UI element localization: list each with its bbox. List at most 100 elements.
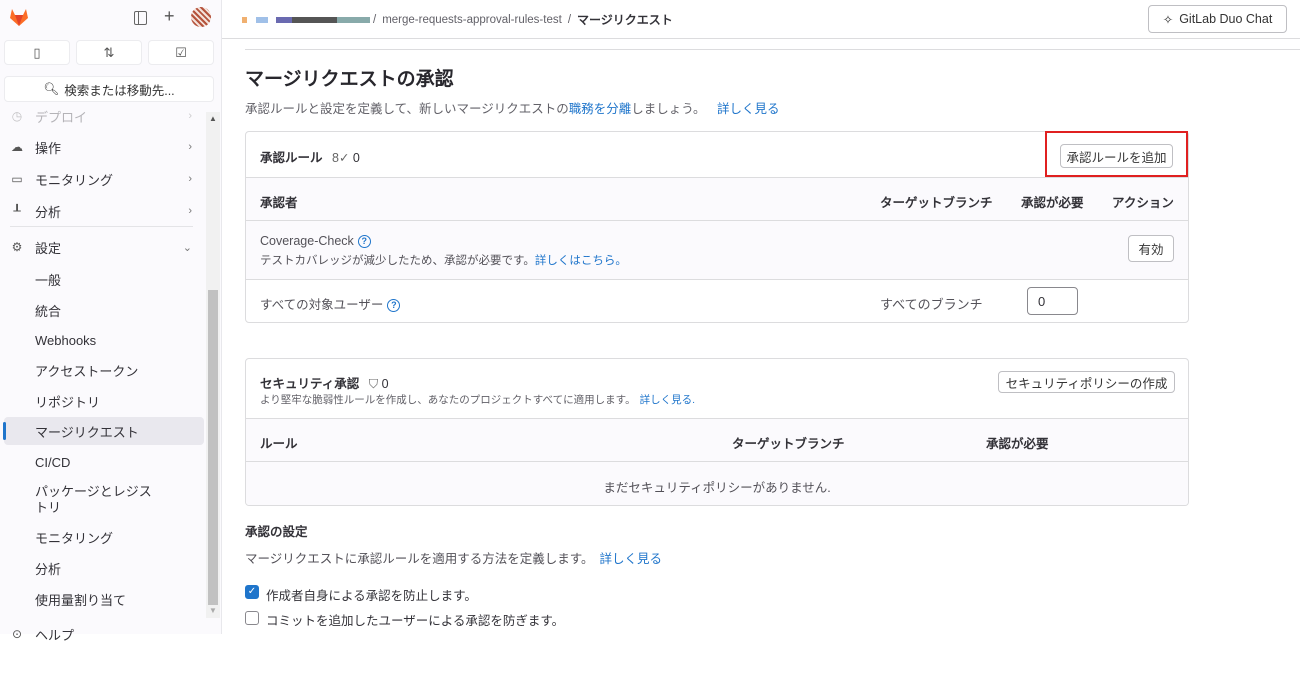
- todos-button[interactable]: ☑: [148, 40, 214, 65]
- column-header-approvals-required: 承認が必要: [1021, 196, 1084, 210]
- avatar[interactable]: [191, 7, 211, 27]
- nav-label: 使用量割り当て: [35, 592, 127, 608]
- search-icon: 🔍︎: [43, 81, 60, 96]
- desc-text: テストカバレッジが減少したため、承認が必要です。: [260, 255, 535, 267]
- scrollbar-thumb[interactable]: [208, 290, 218, 605]
- help-icon[interactable]: ?: [357, 235, 371, 249]
- learn-more-link[interactable]: 詳しくはこちら。: [535, 255, 627, 267]
- help-icon[interactable]: ?: [387, 299, 401, 313]
- sidebar-subitem-access-tokens[interactable]: アクセストークン: [0, 356, 204, 384]
- button-label: セキュリティポリシーの作成: [1005, 376, 1168, 391]
- issues-button[interactable]: ▯: [4, 40, 70, 65]
- desc-text: しましょう。: [631, 102, 706, 116]
- sidebar-item-settings[interactable]: ⚙ 設定 ⌄: [0, 233, 204, 261]
- chevron-down-icon: ⌄: [182, 241, 192, 254]
- sidebar-subitem-cicd[interactable]: CI/CD: [0, 448, 204, 476]
- duo-chat-label: GitLab Duo Chat: [1179, 12, 1273, 26]
- todo-icon: ☑: [175, 44, 187, 60]
- nav-label: マージリクエスト: [35, 424, 139, 440]
- column-header-rule: ルール: [260, 437, 298, 451]
- nav-label: 分析: [35, 204, 62, 220]
- nav-label: CI/CD: [35, 454, 71, 470]
- duo-icon: ✧: [1162, 12, 1174, 27]
- button-label: 有効: [1138, 243, 1164, 257]
- content-divider: [245, 49, 1300, 50]
- security-description: より堅牢な脆弱性ルールを作成し、あなたのプロジェクトすべてに適用します。 詳しく見…: [260, 392, 695, 407]
- nav-label: デプロイ: [35, 109, 88, 125]
- sidebar: + ▯ ⇅ ☑ 🔍︎ 検索または移動先... ◷ デプロイ › ☁ 操作 › ▭ モニタリン…: [0, 0, 222, 643]
- rules-count: 0: [352, 151, 360, 165]
- sidebar-subitem-usage-quotas[interactable]: 使用量割り当て: [0, 585, 204, 613]
- column-header-target-branch: ターゲットブランチ: [880, 196, 993, 210]
- input-value: 0: [1038, 294, 1046, 309]
- nav-label: パッケージとレジストリ: [35, 484, 152, 515]
- merge-requests-button[interactable]: ⇅: [76, 40, 142, 65]
- nav-label: リポジトリ: [35, 394, 101, 410]
- nav-label: 設定: [35, 240, 62, 256]
- rule-name-cell: すべての対象ユーザー?: [260, 294, 401, 313]
- breadcrumb-project[interactable]: merge-requests-approval-rules-test: [382, 14, 562, 26]
- search-button[interactable]: 🔍︎ 検索または移動先...: [4, 76, 214, 102]
- page-title: マージリクエストの承認: [245, 69, 454, 90]
- sidebar-subitem-monitor[interactable]: モニタリング: [0, 523, 204, 551]
- plus-icon[interactable]: +: [164, 6, 175, 27]
- security-approvals-card: セキュリティ承認 ⛉ 0 より堅牢な脆弱性ルールを作成し、あなたのプロジェクトす…: [245, 358, 1189, 506]
- issues-icon: ▯: [33, 44, 41, 60]
- sidebar-subitem-integrations[interactable]: 統合: [0, 296, 204, 324]
- enable-button[interactable]: 有効: [1128, 235, 1174, 262]
- breadcrumb-current[interactable]: マージリクエスト: [577, 11, 673, 28]
- learn-more-link[interactable]: 詳しく見る.: [640, 394, 695, 406]
- gitlab-logo[interactable]: [8, 6, 30, 28]
- breadcrumb-separator: /: [567, 13, 572, 26]
- target-branch: すべてのブランチ: [880, 297, 983, 312]
- sidebar-item-operate[interactable]: ☁ 操作 ›: [0, 133, 204, 161]
- sidebar-subitem-merge-requests[interactable]: マージリクエスト: [3, 417, 204, 445]
- approvals-required-input[interactable]: 0: [1027, 287, 1078, 315]
- rule-name: すべての対象ユーザー: [260, 298, 384, 312]
- help-button[interactable]: ⊙ ヘルプ: [0, 620, 204, 648]
- rules-title: 承認ルール: [260, 151, 323, 165]
- checkbox-label[interactable]: 作成者自身による承認を防止します。: [266, 585, 477, 604]
- column-header-target-branch: ターゲットブランチ: [732, 437, 845, 451]
- chevron-right-icon: ›: [188, 173, 192, 185]
- desc-text: より堅牢な脆弱性ルールを作成し、あなたのプロジェクトすべてに適用します。: [260, 394, 636, 406]
- learn-more-link[interactable]: 詳しく見る: [717, 102, 780, 116]
- sidebar-subitem-repository[interactable]: リポジトリ: [0, 387, 204, 415]
- desc-text: マージリクエストに承認ルールを適用する方法を定義します。: [245, 552, 594, 566]
- chevron-right-icon: ›: [188, 141, 192, 153]
- chevron-right-icon: ›: [188, 110, 192, 122]
- sidebar-toggle-icon[interactable]: [134, 11, 147, 25]
- scroll-up-arrow-icon[interactable]: ▲: [209, 114, 217, 123]
- sidebar-subitem-packages[interactable]: パッケージとレジストリ: [0, 478, 160, 522]
- gear-icon: ⚙: [11, 240, 23, 254]
- approval-icon: 8✓: [332, 151, 350, 165]
- sidebar-subitem-general[interactable]: 一般: [0, 265, 204, 293]
- scroll-down-arrow-icon[interactable]: ▼: [209, 606, 217, 615]
- table-header: ルール ターゲットブランチ 承認が必要: [246, 418, 1188, 461]
- sidebar-item-deploy[interactable]: ◷ デプロイ ›: [0, 102, 204, 130]
- duo-chat-button[interactable]: ✧ GitLab Duo Chat: [1148, 5, 1287, 33]
- desc-text: 承認ルールと設定を定義して、新しいマージリクエストの: [245, 102, 569, 116]
- highlight-box: [1045, 131, 1188, 177]
- card-header: 承認ルール 8✓ 0: [260, 147, 360, 166]
- nav-label: ヘルプ: [35, 627, 75, 643]
- sidebar-subitem-webhooks[interactable]: Webhooks: [0, 326, 204, 354]
- sidebar-item-analyze[interactable]: ┸ 分析 ›: [0, 197, 204, 225]
- create-security-policy-button[interactable]: セキュリティポリシーの作成: [998, 371, 1175, 393]
- checkbox-label[interactable]: コミットを追加したユーザーによる承認を防ぎます。: [266, 610, 564, 629]
- prevent-committer-approval-checkbox[interactable]: [245, 611, 259, 625]
- chevron-right-icon: ›: [188, 205, 192, 217]
- nav-label: モニタリング: [35, 172, 114, 188]
- prevent-author-approval-checkbox[interactable]: ✓: [245, 585, 259, 599]
- search-label: 検索または移動先...: [64, 83, 175, 98]
- table-row: すべての対象ユーザー? すべてのブランチ 0: [246, 279, 1188, 322]
- sidebar-subitem-analytics[interactable]: 分析: [0, 554, 204, 582]
- security-title: セキュリティ承認: [260, 377, 360, 391]
- rule-name: Coverage-Check: [260, 234, 354, 248]
- sidebar-item-monitor[interactable]: ▭ モニタリング ›: [0, 165, 204, 193]
- breadcrumb-separator: /: [373, 13, 377, 26]
- breadcrumb-group-redacted[interactable]: [242, 16, 370, 23]
- separation-of-duties-link[interactable]: 職務を分離: [569, 102, 632, 116]
- learn-more-link[interactable]: 詳しく見る: [600, 552, 663, 566]
- nav-label: 統合: [35, 303, 62, 319]
